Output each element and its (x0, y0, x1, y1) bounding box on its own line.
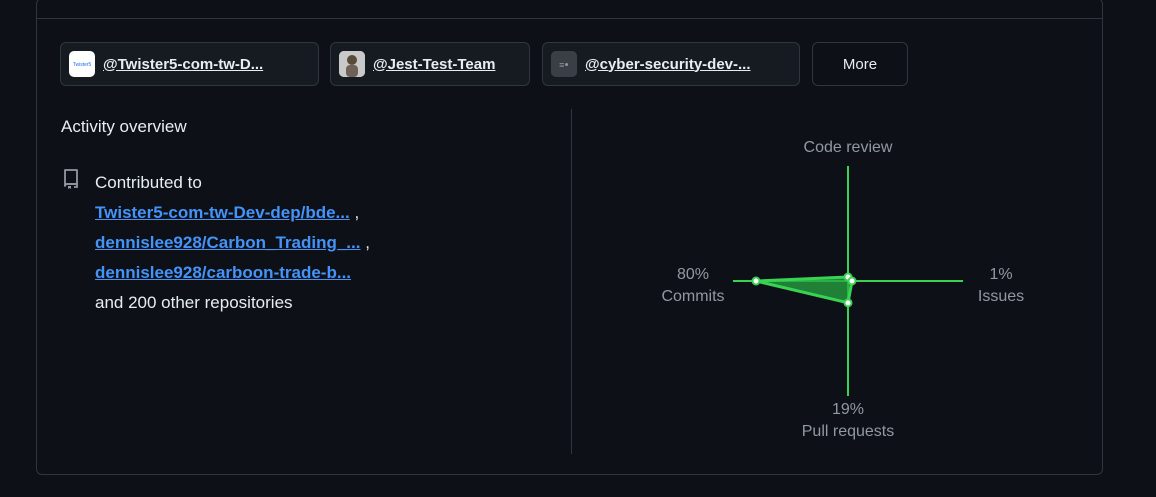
radar-point-pull_requests (843, 298, 853, 308)
activity-overview-title: Activity overview (61, 117, 187, 136)
activity-radar-chart: Code review 1% Issues 19% Pull requests … (661, 139, 1024, 440)
twister5-avatar-icon: Twister5 (69, 51, 95, 77)
contributed-to-block: Contributed to Twister5-com-tw-Dev-dep/b… (95, 168, 370, 318)
radar-point-commits (751, 276, 761, 286)
org-button-twister5[interactable]: Twister5 @Twister5-com-tw-D... (60, 42, 319, 86)
contributed-prefix: Contributed to (95, 173, 202, 192)
panel-divider-top (36, 18, 1103, 19)
axis-label-code-review: Code review (804, 139, 893, 156)
radar-point-issues (847, 276, 857, 286)
org-name: @Jest-Test-Team (373, 55, 496, 73)
axis-value-pull-requests: 19% (832, 401, 864, 418)
svg-text:Twister5: Twister5 (73, 62, 92, 68)
separator: , (354, 203, 360, 222)
org-name: @Twister5-com-tw-D... (103, 55, 264, 73)
org-button-jest-test-team[interactable]: @Jest-Test-Team (330, 42, 530, 86)
repo-link[interactable]: Twister5-com-tw-Dev-dep/bde... (95, 203, 350, 222)
svg-text:≡ꔷ: ≡ꔷ (559, 60, 569, 70)
separator: , (365, 233, 370, 252)
axis-value-issues: 1% (989, 266, 1012, 283)
repo-link[interactable]: dennislee928/carboon-trade-b... (95, 263, 351, 282)
jest-team-avatar-icon (339, 51, 365, 77)
axis-label-commits: Commits (661, 288, 724, 305)
axis-value-commits: 80% (677, 266, 709, 283)
axis-label-issues: Issues (978, 288, 1024, 305)
more-orgs-button[interactable]: More (812, 42, 908, 86)
axis-label-pull-requests: Pull requests (802, 423, 895, 440)
activity-divider (571, 109, 572, 454)
repo-icon (62, 168, 80, 195)
cyber-security-avatar-icon: ≡ꔷ (551, 51, 577, 77)
other-repos-text: and 200 other repositories (95, 293, 293, 312)
org-name: @cyber-security-dev-... (585, 55, 751, 73)
org-button-cyber-security-dev[interactable]: ≡ꔷ @cyber-security-dev-... (542, 42, 800, 86)
radar-area (754, 275, 854, 305)
repo-link[interactable]: dennislee928/Carbon_Trading_... (95, 233, 360, 252)
